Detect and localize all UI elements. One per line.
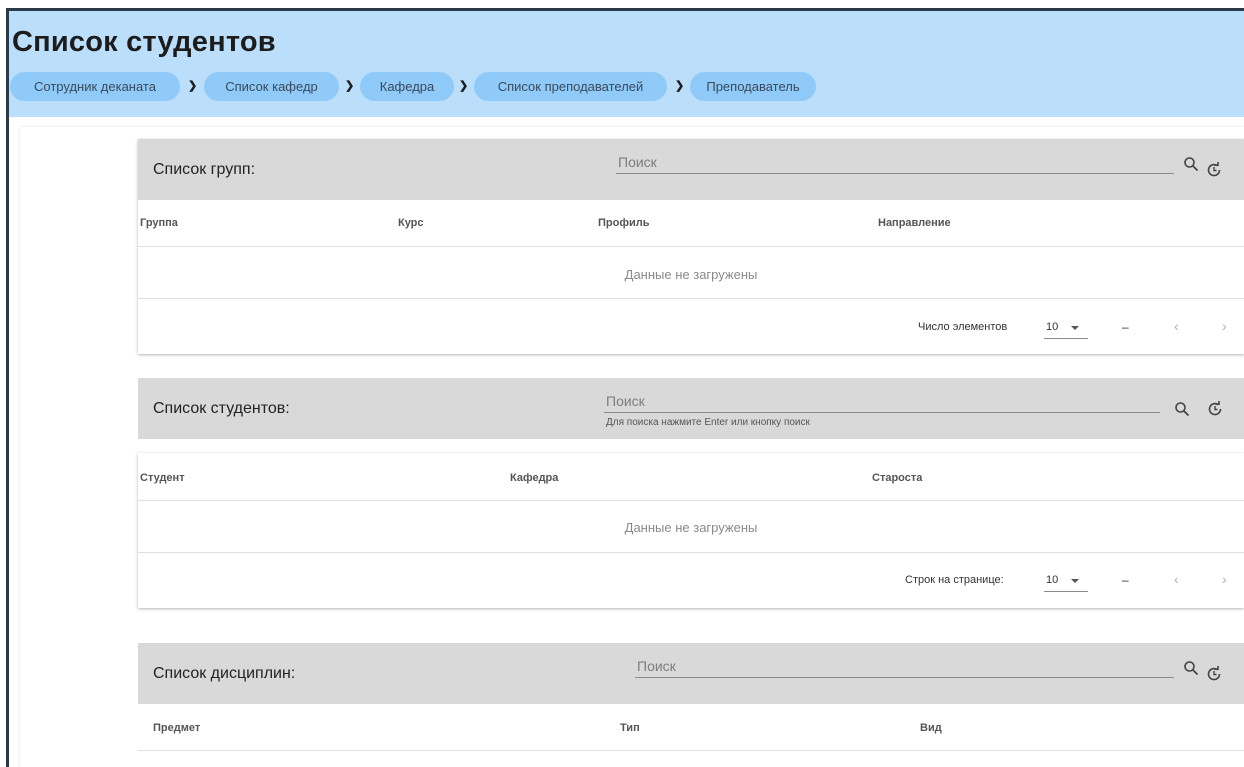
divider (138, 298, 1244, 299)
disciplines-title: Список дисциплин: (153, 665, 296, 682)
column-header-course[interactable]: Курс (398, 217, 424, 229)
students-page-size-label: Строк на странице: (905, 574, 1004, 586)
column-header-direction[interactable]: Направление (878, 217, 951, 229)
groups-page-size-select[interactable]: 10 (1044, 319, 1088, 339)
search-icon (1184, 661, 1199, 676)
students-prev-page-button[interactable]: ‹ (1174, 571, 1179, 587)
disciplines-refresh-button[interactable] (1203, 663, 1225, 685)
divider (138, 552, 1244, 553)
breadcrumb-item-teacher-list[interactable]: Список преподавателей (474, 72, 667, 101)
divider (138, 500, 1244, 501)
students-search-hint: Для поиска нажмите Enter или кнопку поис… (606, 417, 810, 428)
divider (138, 246, 1244, 247)
groups-refresh-button[interactable] (1203, 159, 1225, 181)
column-header-group[interactable]: Группа (140, 217, 178, 229)
groups-page-range: – (1122, 320, 1129, 334)
students-search-button[interactable] (1171, 398, 1193, 420)
disciplines-card: Список дисциплин: Предмет Тип Вид (138, 643, 1244, 767)
column-header-type[interactable]: Тип (620, 722, 640, 734)
disciplines-search-input[interactable] (635, 654, 1174, 678)
groups-next-page-button[interactable]: › (1222, 318, 1227, 334)
window-frame-left (6, 8, 9, 767)
breadcrumb-item-department-list[interactable]: Список кафедр (204, 72, 339, 101)
groups-search-input[interactable] (616, 150, 1174, 174)
breadcrumb-item-teacher[interactable]: Преподаватель (690, 72, 816, 101)
breadcrumb-separator-icon: ❯ (459, 80, 469, 92)
column-header-subject[interactable]: Предмет (153, 722, 200, 734)
disciplines-search-button[interactable] (1180, 657, 1202, 679)
groups-page-size-label: Число элементов (918, 321, 1008, 333)
students-refresh-button[interactable] (1204, 398, 1226, 420)
students-toolbar-card: Список студентов: Для поиска нажмите Ent… (138, 378, 1244, 439)
students-page-size-select[interactable]: 10 (1044, 572, 1088, 592)
page-title: Список студентов (12, 26, 276, 58)
groups-toolbar: Список групп: (138, 139, 1244, 200)
column-header-kind[interactable]: Вид (920, 722, 942, 734)
refresh-icon (1207, 162, 1221, 177)
search-icon (1184, 157, 1199, 172)
breadcrumb-item-department[interactable]: Кафедра (360, 72, 454, 101)
students-title: Список студентов: (153, 400, 290, 417)
divider (138, 750, 1244, 751)
groups-empty-message: Данные не загружены (624, 267, 758, 282)
disciplines-toolbar: Список дисциплин: (138, 643, 1244, 704)
groups-title: Список групп: (153, 161, 256, 178)
groups-prev-page-button[interactable]: ‹ (1174, 318, 1179, 334)
column-header-department[interactable]: Кафедра (510, 472, 558, 484)
refresh-icon (1208, 401, 1222, 416)
students-table-card: Студент Кафедра Староста Данные не загру… (138, 453, 1244, 608)
chevron-down-icon (1071, 326, 1079, 330)
students-empty-message: Данные не загружены (624, 520, 758, 535)
search-icon (1175, 402, 1190, 417)
breadcrumb-item-dean-staff[interactable]: Сотрудник деканата (10, 72, 180, 101)
breadcrumb-separator-icon: ❯ (345, 80, 355, 92)
groups-page-size-value: 10 (1046, 321, 1059, 333)
column-header-student[interactable]: Студент (140, 472, 185, 484)
students-page-size-value: 10 (1046, 574, 1059, 586)
chevron-down-icon (1071, 579, 1079, 583)
column-header-profile[interactable]: Профиль (598, 217, 649, 229)
groups-card: Список групп: Группа Курс Профиль Направ… (138, 139, 1244, 354)
students-page-range: – (1122, 573, 1129, 587)
breadcrumb-separator-icon: ❯ (675, 80, 685, 92)
students-toolbar: Список студентов: Для поиска нажмите Ent… (138, 378, 1244, 439)
column-header-headman[interactable]: Староста (872, 472, 922, 484)
students-next-page-button[interactable]: › (1222, 571, 1227, 587)
breadcrumb-separator-icon: ❯ (188, 80, 198, 92)
refresh-icon (1207, 666, 1221, 681)
students-search-input[interactable] (604, 389, 1160, 413)
groups-search-button[interactable] (1180, 153, 1202, 175)
